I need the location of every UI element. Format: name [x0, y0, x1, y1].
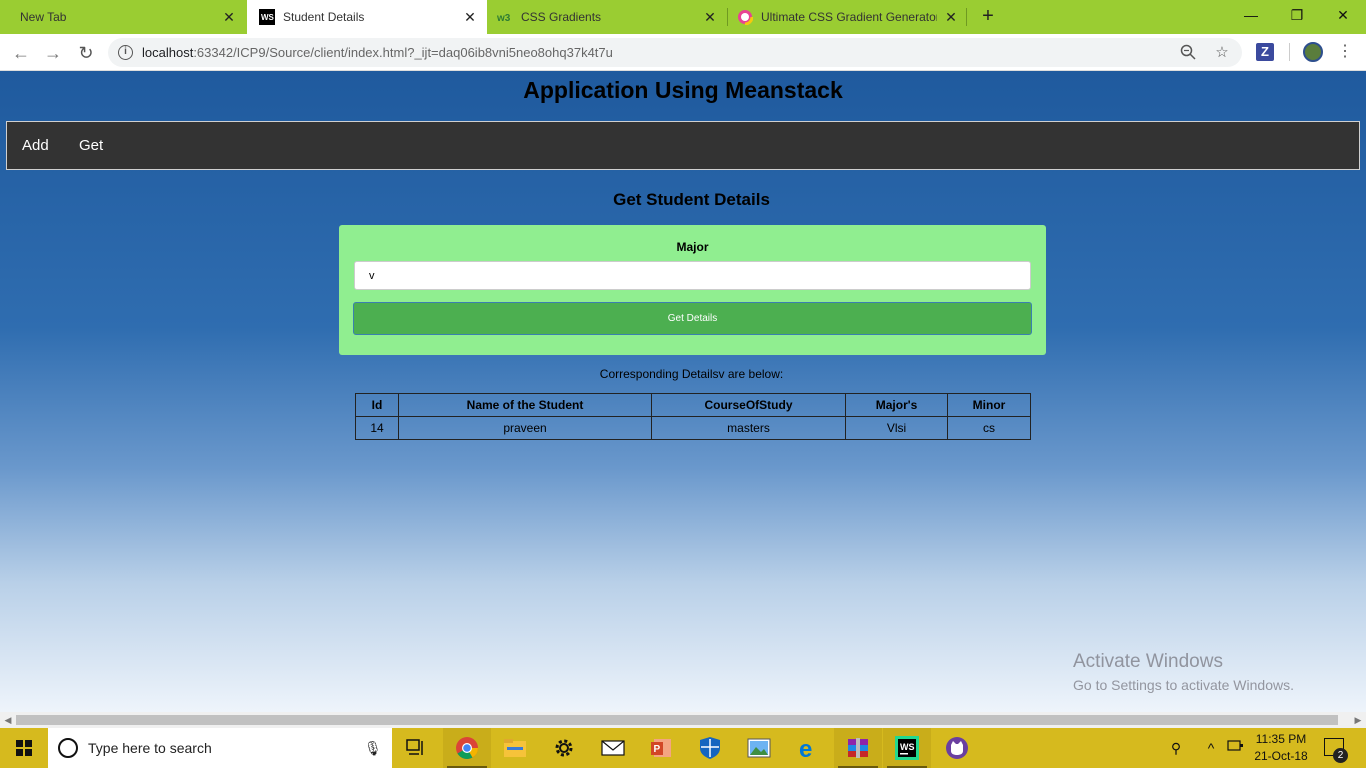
scrollbar-thumb[interactable]: [16, 715, 1338, 725]
close-icon[interactable]: ✕: [463, 10, 477, 24]
student-table: Id Name of the Student CourseOfStudy Maj…: [355, 393, 1031, 440]
scroll-right-icon[interactable]: ▶: [1352, 714, 1364, 726]
app-title: Application Using Meanstack: [523, 77, 843, 103]
nav-get-link[interactable]: Get: [79, 137, 103, 154]
photos-icon[interactable]: [735, 728, 783, 768]
svg-text:WS: WS: [900, 742, 915, 752]
settings-icon[interactable]: [540, 728, 588, 768]
search-placeholder: Type here to search: [88, 740, 212, 756]
url-host: localhost: [142, 45, 194, 60]
extension-z-icon[interactable]: Z: [1256, 43, 1274, 61]
nav-add-link[interactable]: Add: [22, 137, 49, 154]
network-icon[interactable]: [1226, 728, 1246, 768]
url-path: :63342/ICP9/Source/client/index.html?_ij…: [193, 45, 613, 60]
svg-text:P: P: [654, 744, 661, 755]
defender-icon[interactable]: [686, 728, 734, 768]
tab-separator: [966, 8, 967, 26]
svg-text:e: e: [799, 736, 812, 760]
scroll-left-icon[interactable]: ◀: [2, 714, 14, 726]
taskbar-search[interactable]: Type here to search 🎙: [48, 728, 392, 768]
microphone-icon[interactable]: 🎙: [364, 739, 382, 757]
profile-avatar[interactable]: [1303, 42, 1323, 62]
activation-watermark: Activate Windows Go to Settings to activ…: [1073, 651, 1294, 693]
close-icon[interactable]: ✕: [222, 10, 236, 24]
tab-student-details[interactable]: WS Student Details ✕: [247, 0, 487, 34]
address-bar[interactable]: i localhost:63342/ICP9/Source/client/ind…: [108, 38, 1242, 67]
svg-text:WS: WS: [261, 13, 275, 22]
close-icon[interactable]: ✕: [944, 10, 958, 24]
w3schools-icon: w3: [496, 9, 513, 25]
clock-time: 11:35 PM: [1255, 732, 1307, 746]
info-icon[interactable]: i: [118, 45, 133, 60]
edge-icon[interactable]: e: [785, 728, 833, 768]
taskbar: Type here to search 🎙 P e WS ⚲ ^ 11:35 P…: [0, 728, 1366, 768]
horizontal-scrollbar[interactable]: ◀ ▶: [0, 712, 1366, 728]
nav-bar: Add Get: [6, 121, 1360, 170]
restore-button[interactable]: ❐: [1274, 0, 1320, 30]
table-header-row: Id Name of the Student CourseOfStudy Maj…: [355, 393, 1031, 417]
get-details-button[interactable]: Get Details: [353, 302, 1032, 335]
cortana-icon: [58, 738, 78, 758]
get-details-form: Major Get Details: [339, 225, 1046, 355]
windows-start-icon[interactable]: [0, 728, 48, 768]
table-cell: cs: [947, 416, 1031, 440]
people-icon[interactable]: ⚲: [1164, 728, 1188, 768]
minimize-button[interactable]: —: [1228, 0, 1274, 30]
column-header: Id: [355, 393, 399, 417]
tab-title: New Tab: [20, 10, 67, 24]
column-header: Name of the Student: [398, 393, 652, 417]
tab-title: CSS Gradients: [521, 10, 602, 24]
tab-new-tab[interactable]: New Tab ✕: [0, 0, 246, 34]
close-window-button[interactable]: ✕: [1320, 0, 1366, 30]
tab-title: Ultimate CSS Gradient Generator: [761, 10, 937, 24]
tab-strip: New Tab ✕ WS Student Details ✕ w3 CSS Gr…: [0, 0, 1366, 34]
show-hidden-icons[interactable]: ^: [1200, 728, 1222, 768]
task-view-icon[interactable]: [392, 728, 440, 768]
clock-date: 21-Oct-18: [1254, 749, 1308, 763]
result-caption: Corresponding Detailsv are below:: [599, 367, 784, 381]
table-cell: Vlsi: [845, 416, 948, 440]
browser-toolbar: ← → ↻ i localhost:63342/ICP9/Source/clie…: [0, 34, 1366, 71]
reload-button[interactable]: ↻: [75, 42, 97, 64]
section-title: Get Student Details: [613, 190, 770, 209]
table-cell: masters: [651, 416, 846, 440]
bookmark-star-icon[interactable]: ☆: [1213, 44, 1231, 62]
table-cell: 14: [355, 416, 399, 440]
toolbar-separator: [1289, 43, 1290, 61]
mail-icon[interactable]: [589, 728, 637, 768]
webstorm-icon[interactable]: WS: [883, 728, 931, 768]
new-tab-button[interactable]: +: [978, 6, 998, 26]
app-icon[interactable]: [933, 728, 981, 768]
watermark-subtitle: Go to Settings to activate Windows.: [1073, 677, 1294, 693]
system-clock[interactable]: 11:35 PM 21-Oct-18: [1250, 731, 1312, 765]
powerpoint-icon[interactable]: P: [637, 728, 685, 768]
color-wheel-icon: [736, 8, 754, 26]
back-button[interactable]: ←: [10, 42, 32, 64]
column-header: Major's: [845, 393, 948, 417]
webstorm-icon: WS: [259, 9, 275, 25]
forward-button[interactable]: →: [42, 42, 64, 64]
table-cell: praveen: [398, 416, 652, 440]
watermark-title: Activate Windows: [1073, 651, 1223, 672]
svg-text:w3: w3: [497, 13, 511, 24]
notification-badge: 2: [1333, 748, 1348, 763]
table-row: 14 praveen masters Vlsi cs: [355, 416, 1031, 440]
column-header: CourseOfStudy: [651, 393, 846, 417]
major-input[interactable]: [354, 261, 1031, 290]
tab-title: Student Details: [283, 10, 365, 24]
file-explorer-icon[interactable]: [491, 728, 539, 768]
tab-gradient-generator[interactable]: Ultimate CSS Gradient Generator ✕: [728, 0, 968, 34]
tab-css-gradients[interactable]: w3 CSS Gradients ✕: [487, 0, 727, 34]
major-label: Major: [676, 240, 709, 254]
winrar-icon[interactable]: [834, 728, 882, 768]
zoom-icon[interactable]: [1179, 44, 1197, 62]
chrome-icon[interactable]: [443, 728, 491, 768]
page-viewport: Application Using Meanstack Add Get Get …: [0, 71, 1366, 712]
url-text[interactable]: localhost:63342/ICP9/Source/client/index…: [142, 45, 613, 60]
column-header: Minor: [947, 393, 1031, 417]
menu-icon[interactable]: ⋮: [1337, 42, 1353, 62]
close-icon[interactable]: ✕: [703, 10, 717, 24]
